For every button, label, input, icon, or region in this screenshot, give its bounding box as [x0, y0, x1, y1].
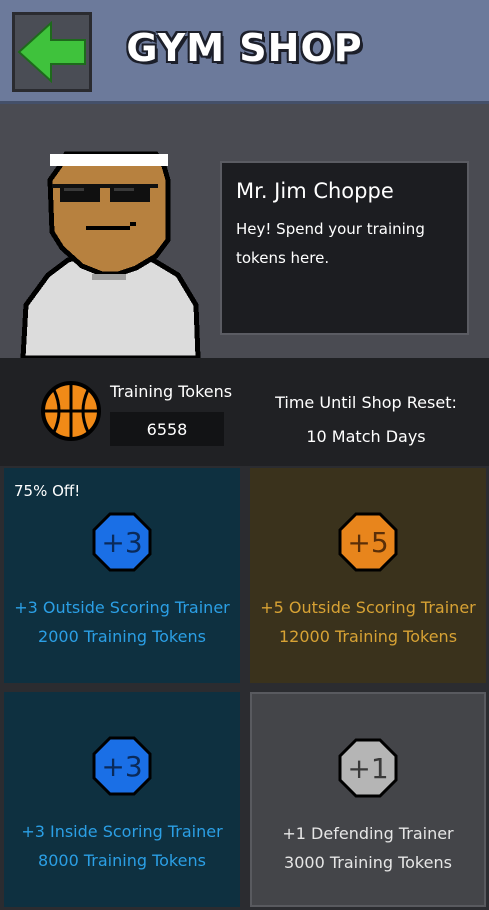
shop-item-defending-1[interactable]: +1 +1 Defending Trainer 3000 Training To… — [250, 692, 486, 907]
npc-speech-box: Mr. Jim Choppe Hey! Spend your training … — [220, 161, 469, 335]
badge-text: +3 — [101, 526, 142, 559]
item-price: 12000 Training Tokens — [278, 627, 458, 646]
item-name: +3 Outside Scoring Trainer — [14, 598, 230, 617]
coach-avatar — [20, 151, 201, 358]
item-name: +5 Outside Scoring Trainer — [260, 598, 476, 617]
item-price: 2000 Training Tokens — [38, 627, 206, 646]
tokens-count: 6558 — [110, 412, 224, 446]
shop-reset-timer: Time Until Shop Reset: 10 Match Days — [266, 386, 466, 454]
item-name: +3 Inside Scoring Trainer — [21, 822, 223, 841]
shop-item-inside-scoring-3[interactable]: +3 +3 Inside Scoring Trainer 8000 Traini… — [4, 692, 240, 907]
reset-label: Time Until Shop Reset: — [275, 393, 457, 412]
discount-badge: 75% Off! — [14, 482, 81, 500]
item-price: 3000 Training Tokens — [284, 853, 452, 872]
shop-item-outside-scoring-3[interactable]: 75% Off! +3 +3 Outside Scoring Trainer 2… — [4, 468, 240, 683]
token-bar: Training Tokens 6558 Time Until Shop Res… — [0, 358, 489, 466]
npc-message-line1: Hey! Spend your training — [236, 220, 425, 238]
npc-message-line2: tokens here. — [236, 249, 330, 267]
plus-5-badge-icon: +5 — [338, 512, 398, 572]
header-bar: GYM SHOP — [0, 0, 489, 104]
reset-value: 10 Match Days — [306, 427, 426, 446]
tokens-label: Training Tokens — [110, 382, 233, 401]
item-name: +1 Defending Trainer — [282, 824, 454, 843]
plus-1-badge-icon: +1 — [338, 738, 398, 798]
badge-text: +3 — [101, 750, 142, 783]
plus-3-badge-icon: +3 — [92, 512, 152, 572]
shop-item-outside-scoring-5[interactable]: +5 +5 Outside Scoring Trainer 12000 Trai… — [250, 468, 486, 683]
item-price: 8000 Training Tokens — [38, 851, 206, 870]
page-title: GYM SHOP — [126, 26, 363, 70]
npc-name: Mr. Jim Choppe — [236, 179, 394, 203]
npc-message: Hey! Spend your training tokens here. — [236, 215, 453, 273]
badge-text: +1 — [347, 752, 388, 785]
badge-text: +5 — [347, 526, 388, 559]
basketball-icon — [41, 381, 101, 441]
plus-3-badge-icon: +3 — [92, 736, 152, 796]
